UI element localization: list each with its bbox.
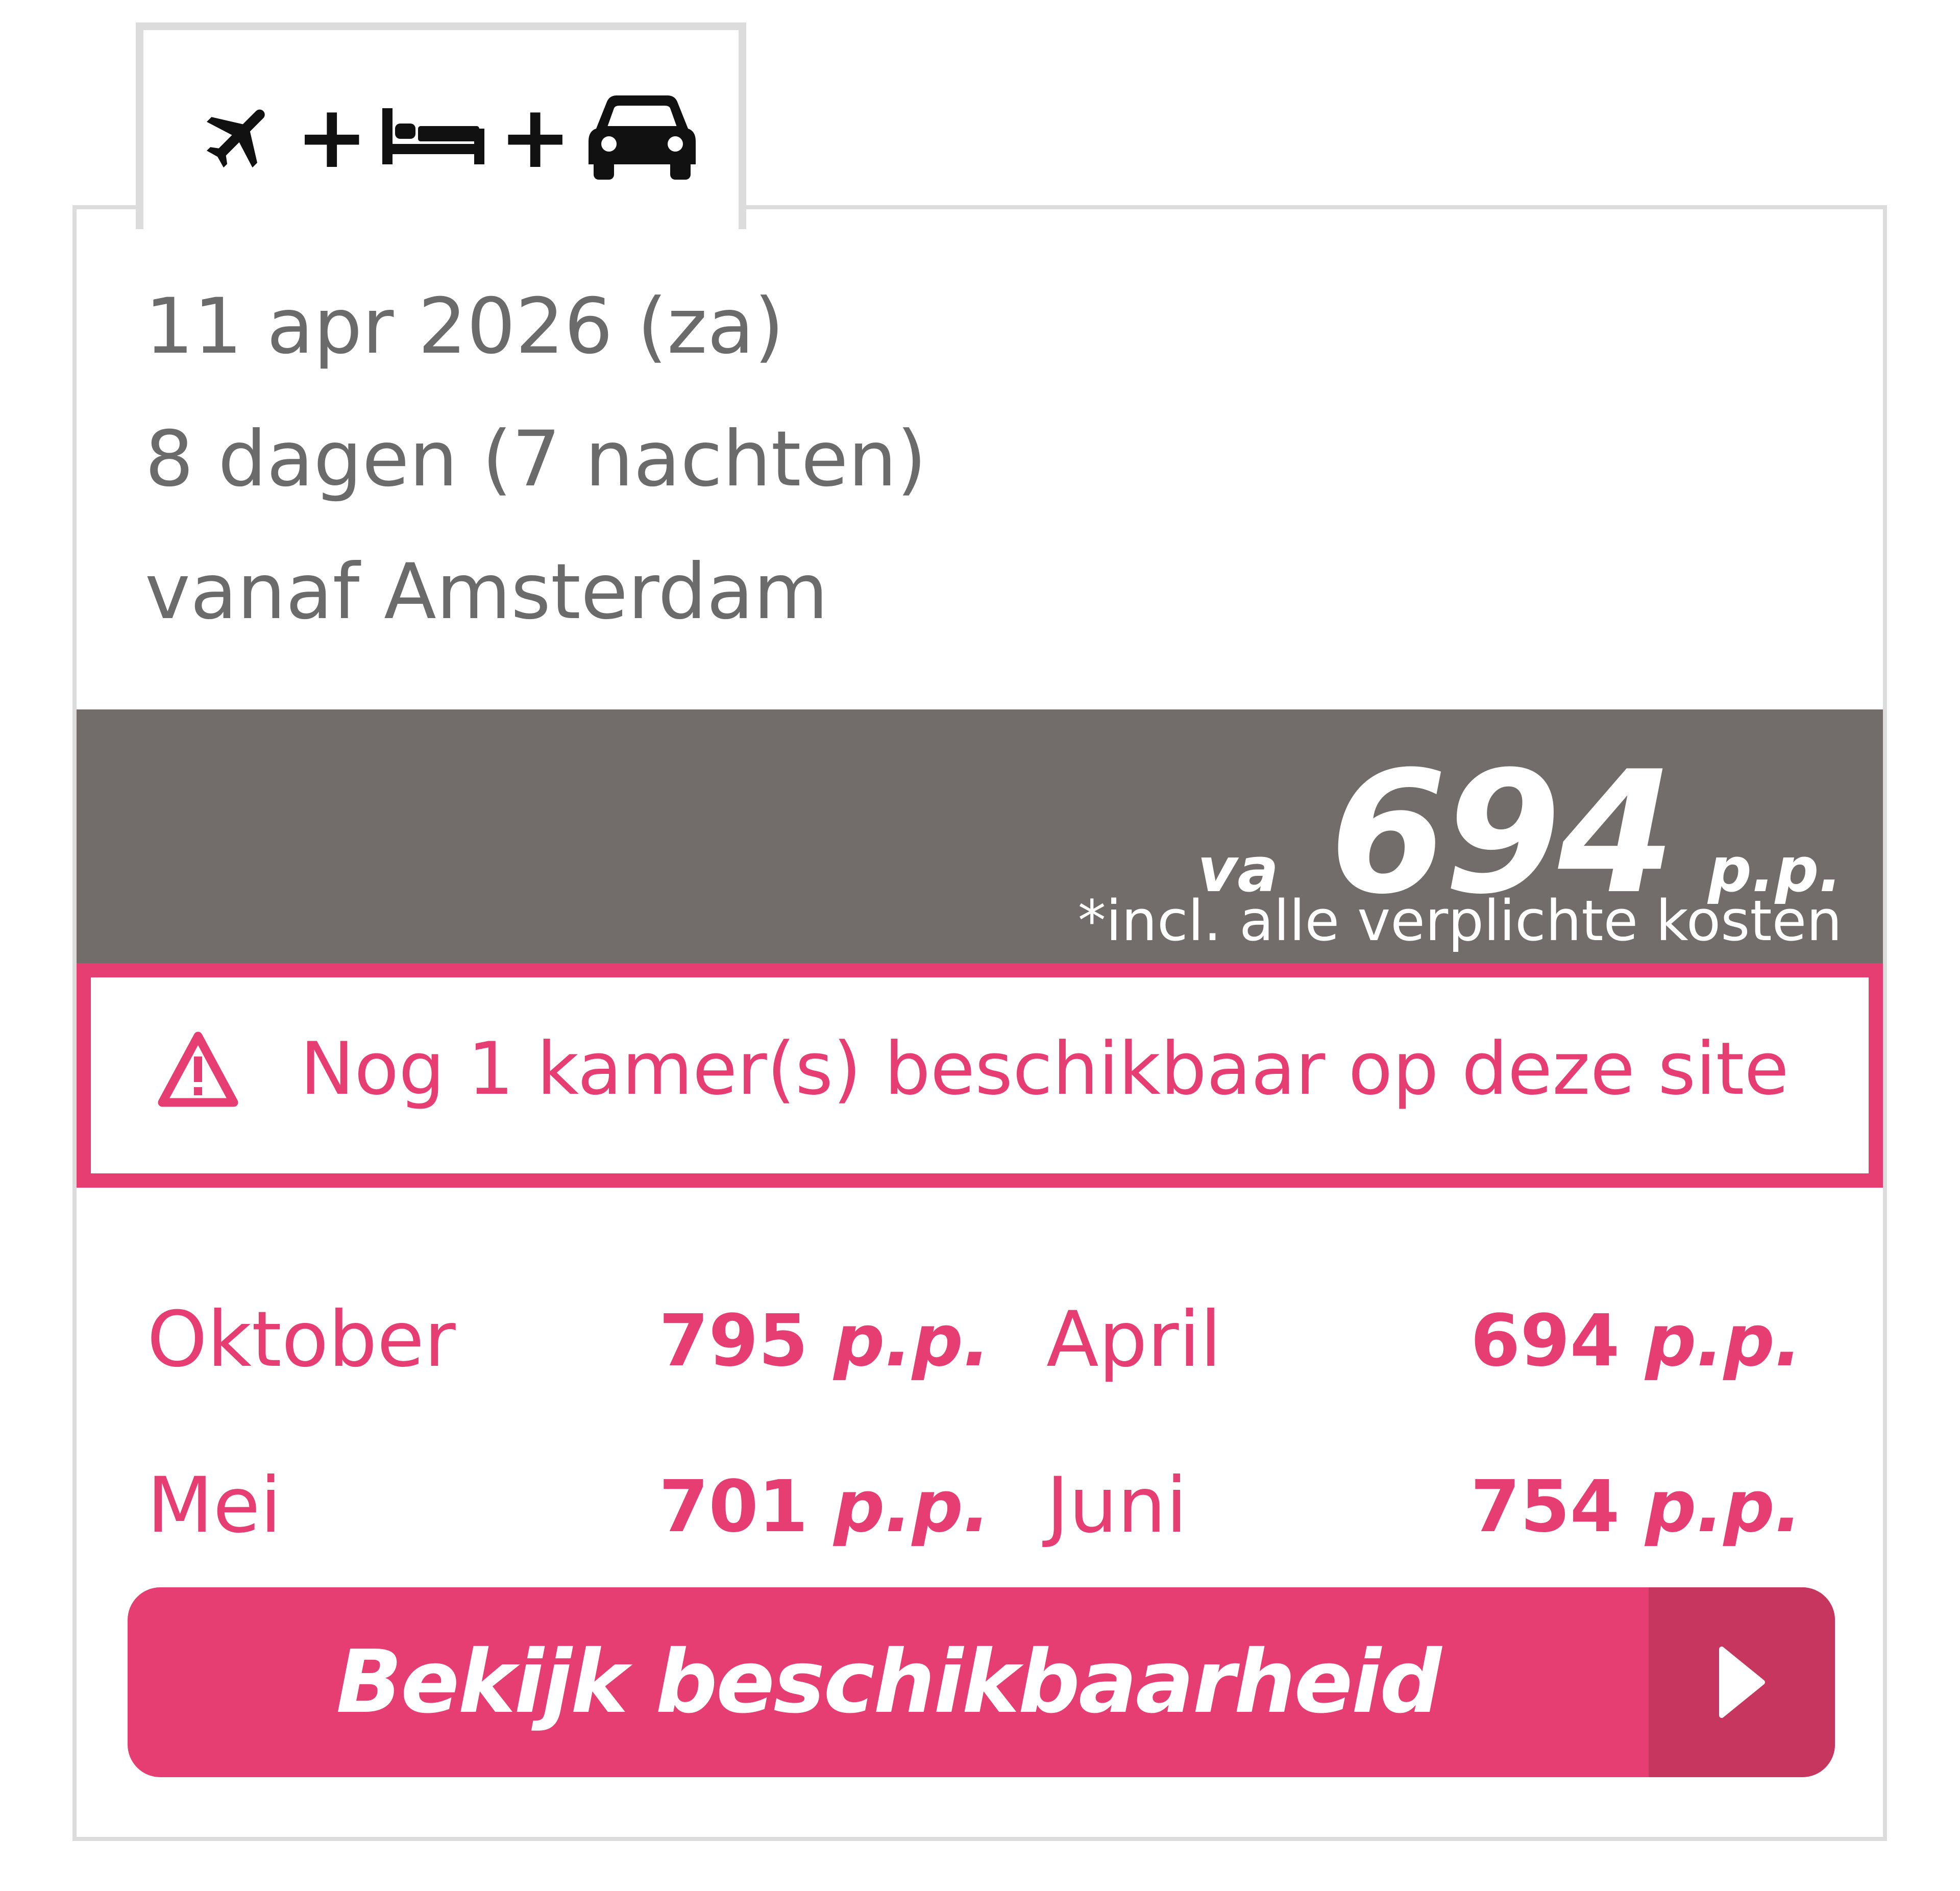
month-price-value: 694	[1470, 1299, 1620, 1383]
trip-duration: 8 dagen (7 nachten)	[145, 415, 927, 504]
month-price-value: 701	[658, 1465, 808, 1549]
alert-text: Nog 1 kamer(s) beschikbaar op deze site	[300, 1027, 1789, 1111]
departure-airport: vanaf Amsterdam	[145, 548, 828, 636]
price-bar: va 694 p.p. *incl. alle verplichte koste…	[77, 709, 1883, 965]
package-type-tab: + +	[136, 22, 746, 229]
plus-sign: +	[499, 87, 572, 188]
package-icons: + +	[200, 91, 698, 183]
month-name[interactable]: Mei	[147, 1467, 281, 1544]
play-arrow-icon	[1649, 1587, 1835, 1777]
departure-date: 11 apr 2026 (za)	[145, 282, 785, 371]
month-price-value: 795	[658, 1299, 808, 1383]
month-price-unit: p.p.	[1645, 1299, 1802, 1383]
month-price[interactable]: 754 p.p.	[1444, 1471, 1802, 1543]
month-price[interactable]: 701 p.p.	[633, 1471, 990, 1543]
bed-icon	[382, 108, 485, 166]
month-name[interactable]: Juni	[1046, 1467, 1187, 1544]
month-price-value: 754	[1470, 1465, 1620, 1549]
package-card: 11 apr 2026 (za) 8 dagen (7 nachten) van…	[72, 205, 1887, 1841]
view-availability-button[interactable]: Bekijk beschikbaarheid	[128, 1587, 1835, 1777]
month-price-unit: p.p.	[834, 1299, 990, 1383]
view-availability-label: Bekijk beschikbaarheid	[336, 1632, 1441, 1733]
month-price-unit: p.p.	[1645, 1465, 1802, 1549]
availability-alert: Nog 1 kamer(s) beschikbaar op deze site	[77, 963, 1883, 1188]
price-note: *incl. alle verplichte kosten	[1077, 888, 1842, 953]
month-price[interactable]: 795 p.p.	[633, 1306, 990, 1377]
airplane-icon	[200, 95, 281, 179]
month-name[interactable]: Oktober	[147, 1301, 456, 1378]
car-icon	[586, 93, 698, 182]
month-name[interactable]: April	[1046, 1301, 1221, 1378]
month-price[interactable]: 694 p.p.	[1444, 1306, 1802, 1377]
warning-icon	[157, 1031, 239, 1110]
month-price-unit: p.p.	[834, 1465, 990, 1549]
plus-sign: +	[296, 87, 369, 188]
